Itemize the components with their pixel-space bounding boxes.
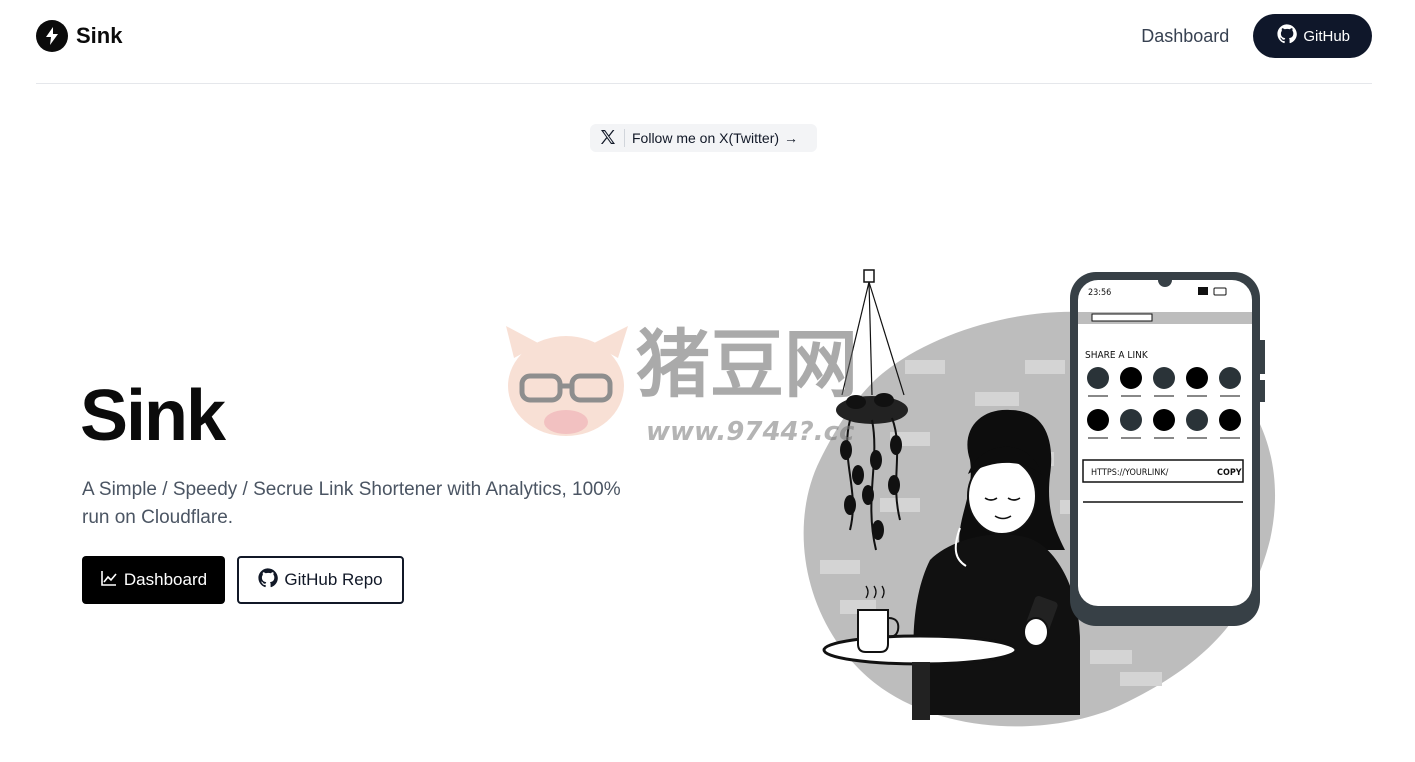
phone-share-title: SHARE A LINK	[1085, 350, 1149, 361]
arrow-right-icon: →	[784, 130, 799, 146]
github-button[interactable]: GitHub	[1253, 14, 1372, 58]
github-button-label: GitHub	[1303, 27, 1350, 45]
follow-twitter-link[interactable]: Follow me on X(Twitter) →	[590, 124, 817, 152]
phone-link-field: HTTPS://YOURLINK/	[1091, 468, 1169, 478]
lightning-icon	[36, 20, 68, 52]
phone-copy-label: COPY	[1217, 468, 1242, 478]
watermark-text: 猪豆网	[636, 322, 858, 408]
chart-line-icon	[100, 569, 118, 592]
github-icon	[258, 567, 279, 593]
hero-description: A Simple / Speedy / Secrue Link Shortene…	[82, 479, 621, 528]
site-header: Sink Dashboard GitHub	[36, 0, 1372, 84]
watermark-url: www.9744?.cc	[646, 417, 855, 447]
watermark-logo: 猪豆网 www.9744?.cc	[506, 322, 858, 447]
phone-time: 23:56	[1088, 288, 1111, 298]
github-icon	[1277, 24, 1298, 48]
follow-label: Follow me on X(Twitter)	[632, 130, 780, 146]
hero-dashboard-button[interactable]: Dashboard	[82, 556, 225, 604]
nav-dashboard-link[interactable]: Dashboard	[1141, 26, 1229, 47]
hero-github-repo-label: GitHub Repo	[284, 570, 383, 589]
phone-mockup: 23:56 SHARE A LINK HTTPS://YOURLINK/ COP…	[1070, 272, 1265, 626]
hero-dashboard-label: Dashboard	[123, 570, 208, 589]
brand-name: Sink	[76, 23, 123, 48]
brand-link[interactable]: Sink	[36, 20, 122, 52]
x-logo-icon	[600, 129, 616, 148]
top-nav: Dashboard GitHub	[1141, 14, 1372, 58]
divider	[624, 129, 625, 147]
hero-title: Sink	[80, 376, 226, 456]
hero-github-repo-button[interactable]: GitHub Repo	[237, 556, 404, 604]
